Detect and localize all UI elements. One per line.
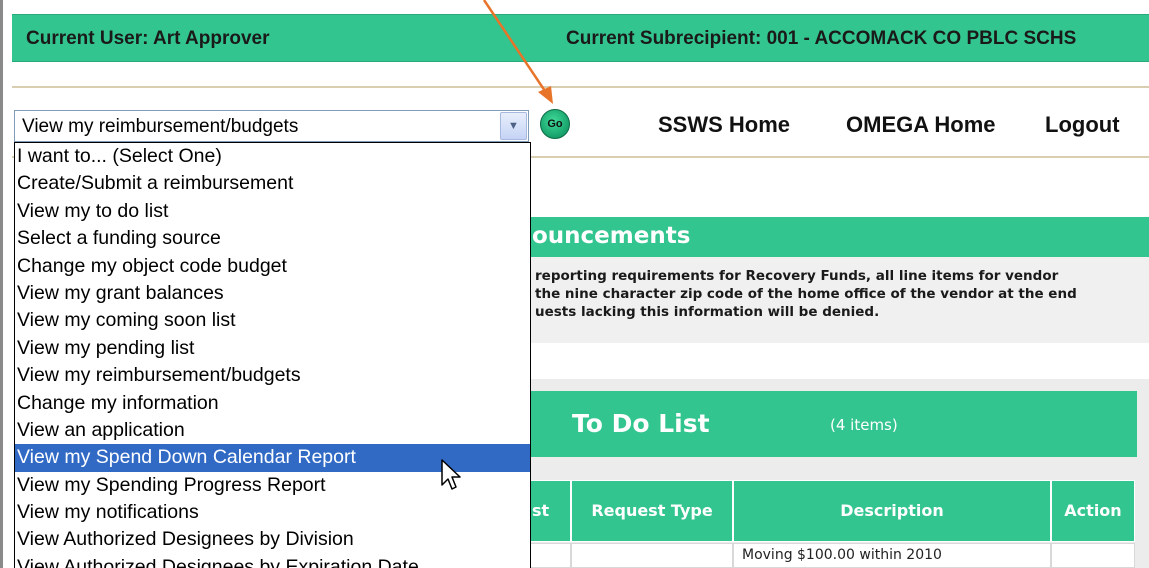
dropdown-option[interactable]: View my pending list — [15, 335, 530, 362]
column-header-request: st — [529, 480, 571, 542]
table-cell — [571, 543, 733, 568]
dropdown-option[interactable]: Change my information — [15, 390, 530, 417]
omega-home-link[interactable]: OMEGA Home — [846, 112, 996, 138]
dropdown-option[interactable]: Create/Submit a reimbursement — [15, 170, 530, 197]
dropdown-option[interactable]: View my grant balances — [15, 280, 530, 307]
dropdown-option[interactable]: View Authorized Designees by Division — [15, 526, 530, 553]
dropdown-option[interactable]: I want to... (Select One) — [15, 143, 530, 170]
dropdown-option[interactable]: View my notifications — [15, 499, 530, 526]
column-header-label: Request Type — [591, 501, 713, 520]
divider — [12, 86, 1149, 88]
logout-link[interactable]: Logout — [1045, 112, 1120, 138]
announcement-line: uests lacking this information will be d… — [535, 304, 880, 320]
table-cell — [529, 543, 571, 568]
todo-header: To Do List (4 items) — [529, 391, 1137, 457]
row-description: Moving $100.00 within 2010 — [742, 547, 942, 563]
column-header-description: Description — [733, 480, 1051, 542]
announcements-body: reporting requirements for Recovery Fund… — [529, 257, 1149, 343]
dropdown-option[interactable]: View an application — [15, 417, 530, 444]
action-select-value: View my reimbursement/budgets — [22, 116, 299, 137]
left-border-rule — [0, 0, 3, 568]
action-select[interactable]: View my reimbursement/budgets ▼ — [14, 110, 529, 142]
announcement-line: the nine character zip code of the home … — [535, 286, 1077, 302]
column-header-action: Action — [1051, 480, 1135, 542]
dropdown-option[interactable]: View my Spending Progress Report — [15, 472, 530, 499]
todo-count: (4 items) — [830, 416, 898, 434]
dropdown-option[interactable]: View my coming soon list — [15, 307, 530, 334]
table-cell-description: Moving $100.00 within 2010 — [733, 543, 1051, 568]
announcement-line: reporting requirements for Recovery Fund… — [535, 268, 1059, 284]
dropdown-option[interactable]: Change my object code budget — [15, 253, 530, 280]
dropdown-option-highlighted[interactable]: View my Spend Down Calendar Report — [15, 444, 530, 472]
announcements-header: ouncements — [529, 217, 1149, 257]
column-header-label: Action — [1064, 501, 1122, 520]
current-subrecipient-label: Current Subrecipient: 001 - ACCOMACK CO … — [566, 28, 1077, 49]
chevron-down-icon[interactable]: ▼ — [500, 112, 527, 140]
ssws-home-link[interactable]: SSWS Home — [658, 112, 790, 138]
session-header-bar: Current User: Art Approver Current Subre… — [12, 14, 1149, 62]
dropdown-option[interactable]: View Authorized Designees by Expiration … — [15, 554, 530, 568]
todo-title: To Do List — [572, 409, 710, 438]
column-header-label: st — [532, 501, 550, 520]
dropdown-option[interactable]: View my reimbursement/budgets — [15, 362, 530, 389]
action-select-dropdown[interactable]: I want to... (Select One) Create/Submit … — [14, 142, 531, 568]
table-cell-action — [1051, 543, 1135, 568]
go-button[interactable]: Go — [540, 109, 570, 139]
dropdown-option[interactable]: Select a funding source — [15, 225, 530, 252]
dropdown-option[interactable]: View my to do list — [15, 198, 530, 225]
current-user-label: Current User: Art Approver — [26, 28, 270, 49]
column-header-request-type: Request Type — [571, 480, 733, 542]
column-header-label: Description — [840, 501, 944, 520]
announcements-title: ouncements — [532, 223, 691, 249]
